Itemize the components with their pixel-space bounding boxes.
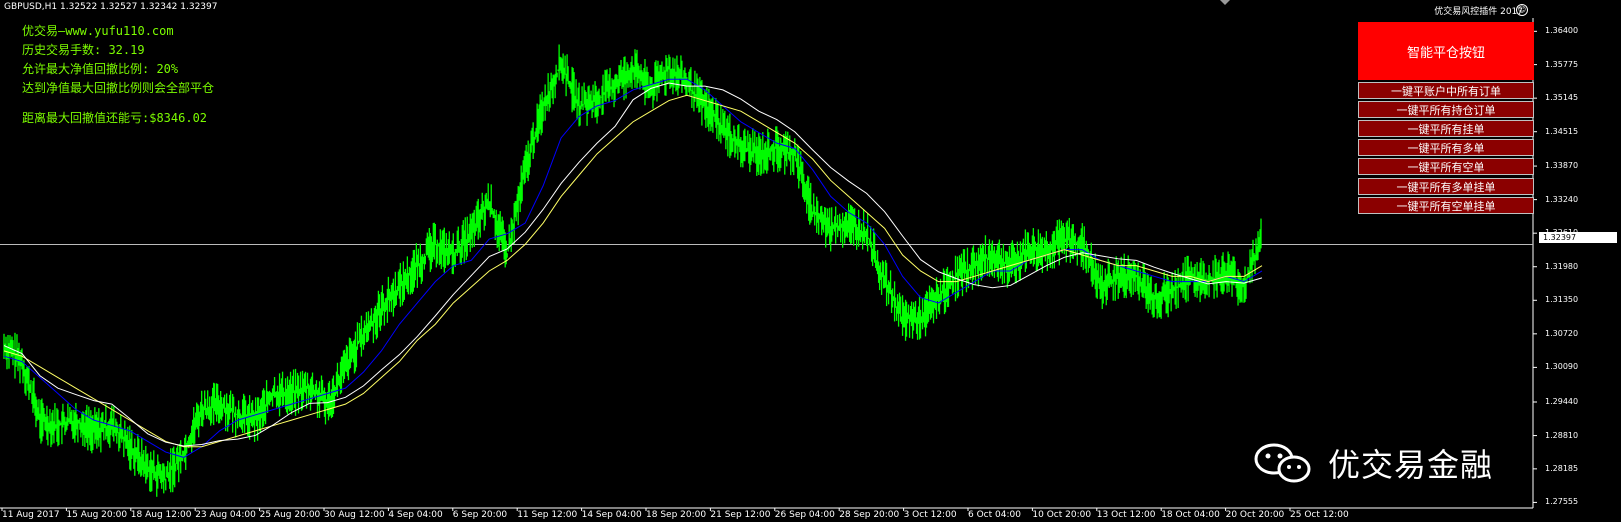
shift-marker-icon[interactable] — [1220, 0, 1230, 5]
ma-slow-line — [3, 82, 1263, 447]
price-tick-label: 1.28185 — [1545, 463, 1579, 473]
price-tick-label: 1.30090 — [1545, 362, 1579, 372]
price-tick-label: 1.33240 — [1545, 194, 1579, 204]
plugin-title: 优交易风控插件 2017 — [1434, 7, 1523, 17]
symbol-header: GBPUSD,H1 1.32522 1.32527 1.32342 1.3239… — [4, 2, 218, 12]
time-tick-label: 18 Oct 04:00 — [1161, 510, 1220, 520]
time-tick-label: 11 Aug 2017 — [2, 510, 60, 520]
price-tick-label: 1.31980 — [1545, 261, 1579, 271]
info-close-rule: 达到净值最大回撤比例则会全部平仓 — [22, 81, 215, 95]
info-drawdown-limit: 允许最大净值回撤比例: 20% — [22, 62, 179, 76]
close-all-long-pending-button[interactable]: 一键平所有多单挂单 — [1358, 178, 1534, 195]
price-tick-label: 1.36400 — [1545, 26, 1579, 36]
price-tick-label: 1.31350 — [1545, 295, 1579, 305]
time-tick-label: 3 Oct 12:00 — [903, 510, 957, 520]
close-all-pending-button[interactable]: 一键平所有挂单 — [1358, 120, 1534, 137]
price-tick-label: 1.29440 — [1545, 397, 1579, 406]
time-tick-label: 13 Oct 12:00 — [1096, 510, 1156, 520]
info-remaining-loss: 距离最大回撤值还能亏:$8346.02 — [22, 111, 208, 125]
wechat-icon — [1252, 441, 1322, 485]
time-tick-label: 6 Sep 20:00 — [452, 510, 508, 520]
time-tick-label: 21 Sep 12:00 — [710, 510, 771, 520]
price-tick-label: 1.28810 — [1545, 430, 1579, 440]
time-tick-label: 6 Oct 04:00 — [968, 510, 1021, 520]
time-tick-label: 26 Sep 04:00 — [774, 510, 835, 520]
watermark-text: 优交易金融 — [1328, 446, 1494, 484]
current-price-tag: 1.32397 — [1539, 232, 1617, 243]
price-tick-label: 1.30720 — [1545, 328, 1579, 338]
ma-mid-line — [3, 94, 1263, 448]
info-lots: 历史交易手数: 32.19 — [22, 43, 145, 57]
price-tick-label: 1.34515 — [1545, 126, 1579, 136]
time-tick-label: 11 Sep 12:00 — [517, 510, 578, 520]
expert-smiley-icon: ☺ — [1516, 4, 1528, 16]
info-site: 优交易—www.yufu110.com — [22, 24, 174, 38]
smart-close-button[interactable]: 智能平仓按钮 — [1358, 22, 1534, 80]
price-tick-label: 1.33870 — [1545, 161, 1579, 171]
price-tick-label: 1.35775 — [1545, 59, 1579, 69]
time-tick-label: 25 Aug 20:00 — [259, 510, 321, 520]
time-tick-label: 10 Oct 20:00 — [1032, 510, 1092, 520]
time-tick-label: 18 Sep 20:00 — [646, 510, 707, 520]
close-all-orders-button[interactable]: 一键平账户中所有订单 — [1358, 82, 1534, 99]
watermark: 优交易金融 — [1252, 440, 1493, 486]
time-tick-label: 28 Sep 20:00 — [839, 510, 900, 520]
time-tick-label: 4 Sep 04:00 — [388, 510, 443, 520]
close-all-short-pending-button[interactable]: 一键平所有空单挂单 — [1358, 197, 1534, 214]
close-all-positions-button[interactable]: 一键平所有持仓订单 — [1358, 101, 1534, 118]
close-all-short-button[interactable]: 一键平所有空单 — [1358, 158, 1534, 175]
time-tick-label: 18 Aug 12:00 — [130, 510, 192, 520]
ma-fast-line — [3, 78, 1263, 458]
price-tick-label: 1.35145 — [1545, 93, 1579, 103]
time-tick-label: 30 Aug 12:00 — [324, 510, 385, 520]
time-tick-label: 14 Sep 04:00 — [581, 510, 642, 520]
time-tick-label: 15 Aug 20:00 — [66, 510, 128, 520]
close-all-long-button[interactable]: 一键平所有多单 — [1358, 139, 1534, 156]
time-tick-label: 23 Aug 04:00 — [195, 510, 256, 520]
time-tick-label: 25 Oct 12:00 — [1290, 510, 1349, 520]
price-tick-label: 1.27555 — [1545, 497, 1579, 507]
time-tick-label: 20 Oct 20:00 — [1225, 510, 1285, 520]
